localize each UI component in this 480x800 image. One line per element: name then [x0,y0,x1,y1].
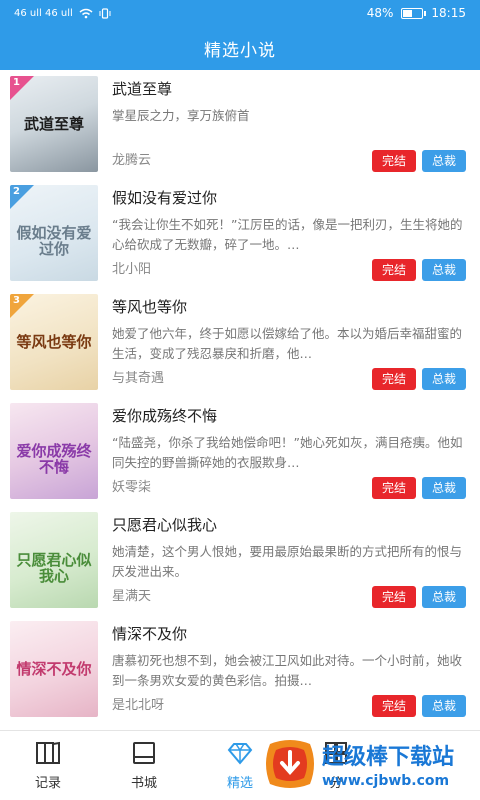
clock: 18:15 [431,6,466,20]
status-bar: 46 ull 46 ull 48% 18:15 [0,0,480,26]
book-list[interactable]: 武道至尊 1 武道至尊 掌星辰之力，享万族俯首 龙腾云 完结 总裁 假如没有爱过… [0,70,480,730]
book-description: 她爱了他六年，终于如愿以偿嫁给了他。本以为婚后幸福甜蜜的生活，变成了残忍暴戾和折… [112,326,463,361]
nav-record-label: 记录 [34,776,61,791]
book-author: 是北北呀 [112,698,165,713]
watermark-url: www.cjbwb.com [322,773,450,789]
cover-title: 情深不及你 [16,660,92,678]
book-title[interactable]: 等风也等你 [112,296,466,318]
record-book-icon [36,741,60,764]
book-title[interactable]: 假如没有爱过你 [112,187,466,209]
book-item[interactable]: 只愿君心似我心 只愿君心似我心 她清楚，这个男人恨她，要用最原始最果断的方式把所… [0,506,480,615]
bookstore-icon [133,742,155,764]
cover-title: 等风也等你 [16,333,92,351]
nav-bookstore-label: 书城 [130,776,157,791]
book-description: “陆盛尧，你杀了我给她偿命吧！”她心死如灰，满目疮痍。他如同失控的野兽撕碎她的衣… [112,435,463,470]
book-author: 星满天 [112,589,152,604]
book-title[interactable]: 武道至尊 [112,78,466,100]
battery-icon [401,7,427,19]
status-tag[interactable]: 完结 [371,586,416,608]
status-tag[interactable]: 完结 [371,368,416,390]
book-title[interactable]: 爱你成殇终不悔 [112,405,466,427]
book-title[interactable]: 只愿君心似我心 [112,514,466,536]
wifi-icon [79,8,93,18]
book-item[interactable]: 等风也等你 3 等风也等你 她爱了他六年，终于如愿以偿嫁给了他。本以为婚后幸福甜… [0,288,480,397]
status-tag[interactable]: 完结 [371,695,416,717]
book-author: 与其奇遇 [112,371,165,386]
book-description: 她清楚，这个男人恨她，要用最原始最果断的方式把所有的恨与厌发泄出来。 [112,544,463,579]
nav-featured-label: 精选 [226,776,253,791]
rank-number: 3 [13,295,20,306]
watermark-logo: 超级棒下载站 www.cjbwb.com [262,728,480,800]
genre-tag[interactable]: 总裁 [421,695,466,717]
nav-record[interactable]: 记录 [0,731,96,800]
cover-title: 假如没有爱过你 [16,224,92,258]
signal-text: 46 ull 46 ull [14,7,73,19]
genre-tag[interactable]: 总裁 [421,477,466,499]
book-author: 妖零柒 [112,480,152,495]
rank-number: 2 [13,186,20,197]
book-description: 唐慕初死也想不到，她会被江卫风如此对待。一个小时前，她收到一条男欢女爱的黄色彩信… [112,653,463,688]
book-cover[interactable]: 只愿君心似我心 [10,512,98,608]
genre-tag[interactable]: 总裁 [421,150,466,172]
book-cover[interactable]: 假如没有爱过你 2 [10,185,98,281]
genre-tag[interactable]: 总裁 [421,368,466,390]
cover-title: 只愿君心似我心 [16,551,92,585]
rank-number: 1 [13,77,20,88]
book-item[interactable]: 武道至尊 1 武道至尊 掌星辰之力，享万族俯首 龙腾云 完结 总裁 [0,70,480,179]
book-item[interactable]: 爱你成殇终不悔 爱你成殇终不悔 “陆盛尧，你杀了我给她偿命吧！”她心死如灰，满目… [0,397,480,506]
battery-percent: 48% [366,6,394,20]
book-cover[interactable]: 武道至尊 1 [10,76,98,172]
book-cover[interactable]: 等风也等你 3 [10,294,98,390]
download-badge-icon [266,740,314,788]
page-title: 精选小说 [204,40,276,61]
genre-tag[interactable]: 总裁 [421,259,466,281]
book-author: 北小阳 [112,262,152,277]
book-description: “我会让你生不如死！”江厉臣的话，像是一把利刃，生生将她的心给砍成了无数瓣，碎了… [112,217,463,252]
genre-tag[interactable]: 总裁 [421,586,466,608]
cover-title: 武道至尊 [23,115,84,133]
book-item[interactable]: 情深不及你 情深不及你 唐慕初死也想不到，她会被江卫风如此对待。一个小时前，她收… [0,615,480,724]
book-description: 掌星辰之力，享万族俯首 [112,108,250,123]
status-tag[interactable]: 完结 [371,259,416,281]
status-tag[interactable]: 完结 [371,477,416,499]
watermark-name: 超级棒下载站 [322,745,455,770]
book-item[interactable]: 假如没有爱过你 2 假如没有爱过你 “我会让你生不如死！”江厉臣的话，像是一把利… [0,179,480,288]
app-header: 精选小说 [0,26,480,70]
book-cover[interactable]: 情深不及你 [10,621,98,717]
nav-bookstore[interactable]: 书城 [96,731,192,800]
book-cover[interactable]: 爱你成殇终不悔 [10,403,98,499]
book-title[interactable]: 情深不及你 [112,623,466,645]
status-tag[interactable]: 完结 [371,150,416,172]
vibrate-icon [99,7,111,19]
diamond-icon [227,743,253,765]
cover-title: 爱你成殇终不悔 [16,442,92,476]
book-author: 龙腾云 [112,153,152,168]
signal-indicators: 46 ull 46 ull [14,8,111,19]
